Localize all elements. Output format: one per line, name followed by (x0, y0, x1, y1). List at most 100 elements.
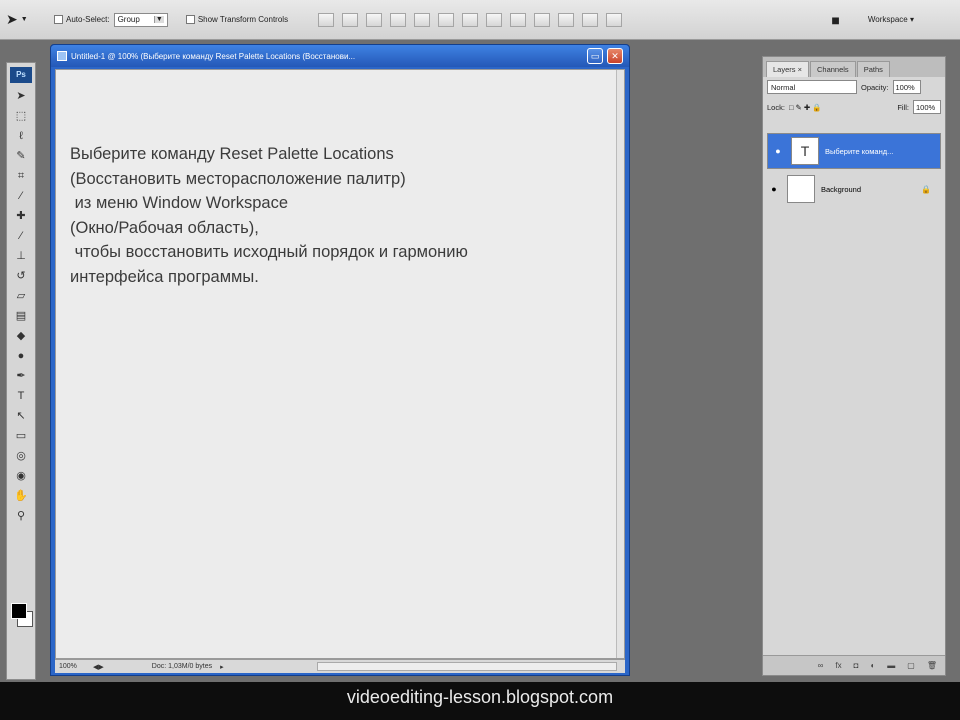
gradient-tool-icon[interactable]: ▤ (10, 307, 32, 326)
auto-align-button[interactable] (606, 12, 623, 27)
tab-paths[interactable]: Paths (856, 61, 890, 77)
checkbox-box (54, 15, 63, 24)
document-window: Untitled-1 @ 100% (Выберите команду Rese… (50, 44, 630, 676)
new-group-icon[interactable]: ▬ (887, 661, 895, 670)
canvas-text: Выберите команду Reset Palette Locations… (70, 145, 468, 286)
type-tool-icon[interactable]: T (10, 387, 32, 406)
crop-tool-icon[interactable]: ⌗ (10, 167, 32, 186)
workspace-menu[interactable]: Workspace ▾ (868, 15, 914, 24)
align-buttons (318, 12, 623, 27)
fill-label: Fill: (897, 102, 909, 112)
lock-icons[interactable]: □ ✎ ✚ 🔒 (789, 103, 822, 112)
quick-select-tool-icon[interactable]: ✎ (10, 147, 32, 166)
distribute-top-button[interactable] (462, 12, 479, 27)
blend-row: Normal Opacity: 100% (763, 77, 945, 97)
status-menu-icon[interactable]: ▸ (220, 663, 224, 671)
align-hcenter-button[interactable] (414, 12, 431, 27)
move-tool-icon[interactable]: ➤ (10, 87, 32, 106)
show-transform-checkbox[interactable]: Show Transform Controls (185, 15, 289, 24)
blend-mode-select[interactable]: Normal (767, 80, 857, 94)
eraser-tool-icon[interactable]: ▱ (10, 287, 32, 306)
distribute-hcenter-button[interactable] (558, 12, 575, 27)
layer-row-text[interactable]: ● T Выберите команд... (767, 133, 941, 169)
layer-name: Background (821, 184, 862, 194)
options-bar: ➤ ▼ Auto-Select: Group ▼ Show Transform C… (0, 0, 960, 40)
chevron-down-icon: ▼ (20, 16, 28, 23)
layer-style-icon[interactable]: fx (835, 661, 841, 670)
panel-tabs: Layers × Channels Paths (763, 57, 945, 77)
document-icon (57, 51, 67, 61)
layer-thumbnail (787, 175, 815, 203)
distribute-vcenter-button[interactable] (486, 12, 503, 27)
camera-icon[interactable]: ■ (831, 12, 839, 28)
show-transform-label: Show Transform Controls (197, 15, 289, 24)
link-layers-icon[interactable]: ∞ (818, 661, 824, 670)
horizontal-scrollbar[interactable] (317, 662, 617, 671)
dodge-tool-icon[interactable]: ● (10, 347, 32, 366)
distribute-right-button[interactable] (582, 12, 599, 27)
zoom-tool-icon[interactable]: ⚲ (10, 507, 32, 526)
opacity-input[interactable]: 100% (892, 80, 921, 94)
fill-input[interactable]: 100% (913, 100, 941, 114)
align-right-button[interactable] (438, 12, 455, 27)
shape-tool-icon[interactable]: ▭ (10, 427, 32, 446)
auto-select-checkbox[interactable]: Auto-Select: (54, 15, 110, 24)
tab-channels[interactable]: Channels (809, 61, 856, 77)
opacity-label: Opacity: (861, 82, 889, 92)
layer-row-background[interactable]: ● Background 🔒 (767, 171, 941, 207)
3d-rotate-tool-icon[interactable]: ◎ (10, 447, 32, 466)
status-nav-icon[interactable]: ◀▶ (93, 663, 104, 671)
lock-label: Lock: (767, 102, 785, 112)
close-button[interactable]: ✕ (607, 48, 623, 64)
document-title: Untitled-1 @ 100% (Выберите команду Rese… (71, 51, 356, 61)
hand-tool-icon[interactable]: ✋ (10, 487, 32, 506)
layers-panel: Layers × Channels Paths Normal Opacity: … (762, 56, 946, 676)
status-bar: 100% ◀▶ Doc: 1,03M/0 bytes ▸ (55, 659, 625, 673)
auto-select-label: Auto-Select: (66, 15, 110, 24)
zoom-level[interactable]: 100% (59, 663, 85, 670)
checkbox-box (185, 15, 195, 24)
marquee-tool-icon[interactable]: ⬚ (10, 107, 32, 126)
align-left-button[interactable] (390, 12, 407, 27)
eyedropper-tool-icon[interactable]: ⁄ (10, 187, 32, 206)
layer-mask-icon[interactable]: ◘ (854, 661, 859, 670)
pen-tool-icon[interactable]: ✒ (10, 367, 32, 386)
healing-tool-icon[interactable]: ✚ (10, 207, 32, 226)
distribute-left-button[interactable] (534, 12, 551, 27)
stamp-tool-icon[interactable]: ⊥ (10, 247, 32, 266)
eye-icon[interactable]: ● (771, 146, 785, 156)
align-vcenter-button[interactable] (342, 12, 359, 27)
delete-layer-icon[interactable]: 🗑 (927, 661, 937, 670)
layer-thumbnail: T (791, 137, 819, 165)
lock-row: Lock: □ ✎ ✚ 🔒 Fill: 100% (763, 97, 945, 117)
foreground-color-swatch[interactable] (11, 603, 27, 619)
minimize-button[interactable]: ▭ (587, 48, 603, 64)
history-brush-tool-icon[interactable]: ↺ (10, 267, 32, 286)
move-icon: ➤ (6, 11, 18, 27)
watermark-caption: videoediting-lesson.blogspot.com (0, 682, 960, 720)
document-titlebar[interactable]: Untitled-1 @ 100% (Выберите команду Rese… (51, 45, 629, 67)
adjustment-layer-icon[interactable]: ◐ (870, 661, 875, 670)
tab-layers[interactable]: Layers × (766, 61, 809, 77)
new-layer-icon[interactable]: ▢ (907, 661, 915, 670)
lock-icon: 🔒 (921, 184, 931, 194)
toolbox: Ps ➤ ⬚ ℓ ✎ ⌗ ⁄ ✚ ⁄ ⊥ ↺ ▱ ▤ ◆ ● ✒ T ↖ ▭ ◎… (6, 62, 36, 680)
chevron-down-icon: ▼ (153, 16, 164, 23)
brush-tool-icon[interactable]: ⁄ (10, 227, 32, 246)
doc-size-info: Doc: 1,03M/0 bytes (151, 663, 213, 670)
move-tool-preset[interactable]: ➤ ▼ (6, 11, 54, 28)
lasso-tool-icon[interactable]: ℓ (10, 127, 32, 146)
align-top-button[interactable] (318, 12, 335, 27)
eye-icon[interactable]: ● (767, 184, 781, 194)
ps-logo: Ps (10, 67, 32, 83)
path-select-tool-icon[interactable]: ↖ (10, 407, 32, 426)
align-bottom-button[interactable] (366, 12, 383, 27)
auto-select-value: Group (117, 15, 140, 24)
document-canvas[interactable]: Выберите команду Reset Palette Locations… (55, 69, 625, 659)
vertical-scrollbar[interactable] (616, 70, 624, 658)
panel-footer: ∞ fx ◘ ◐ ▬ ▢ 🗑 (763, 655, 945, 675)
auto-select-dropdown[interactable]: Group ▼ (113, 12, 168, 27)
blur-tool-icon[interactable]: ◆ (10, 327, 32, 346)
3d-orbit-tool-icon[interactable]: ◉ (10, 467, 32, 486)
distribute-bottom-button[interactable] (510, 12, 527, 27)
